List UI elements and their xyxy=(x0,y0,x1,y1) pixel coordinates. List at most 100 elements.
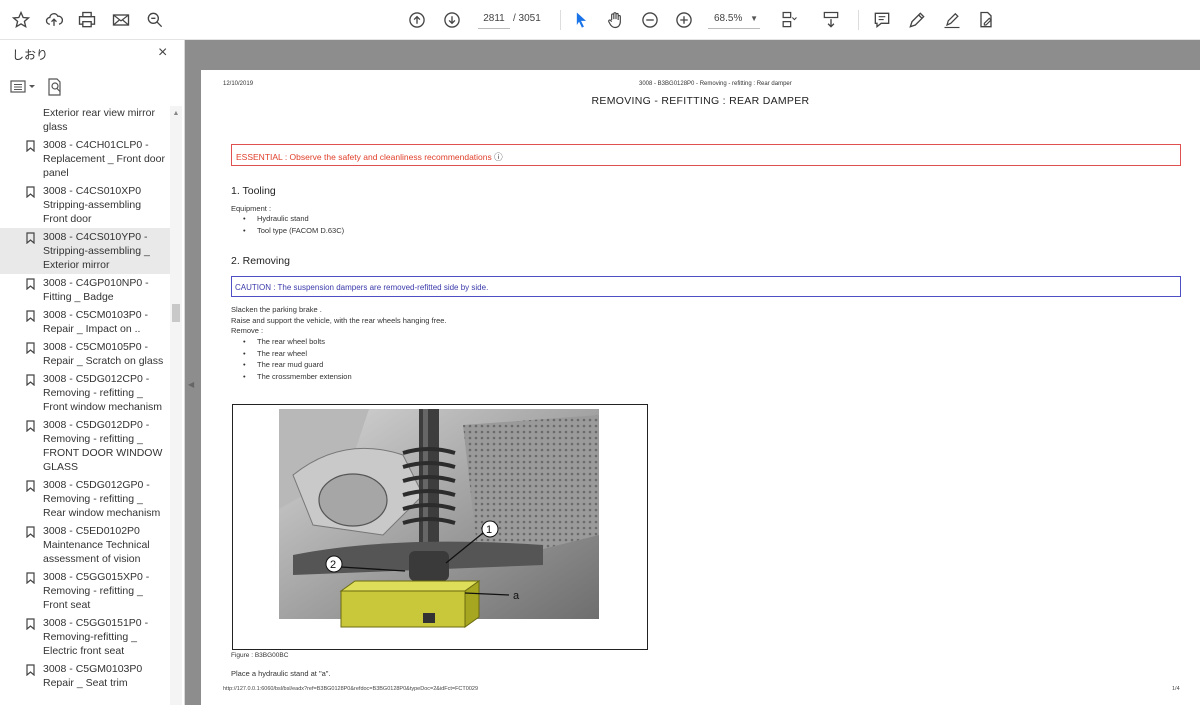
bookmark-label: 3008 - C5GG015XP0 - xyxy=(43,571,150,583)
bookmark-item[interactable]: 3008 - C4CH01CLP0 - Replacement _ Front d… xyxy=(0,136,170,182)
section-removing-heading: 2. Removing xyxy=(231,255,290,267)
figure-label-1: 1 xyxy=(486,524,492,536)
bookmark-item[interactable]: 3008 - C5GG0151P0 - Removing-refitting _ E… xyxy=(0,614,170,660)
bookmark-label: 3008 - C5DG012CP0 - xyxy=(43,373,150,385)
fit-page-icon[interactable] xyxy=(777,8,801,32)
essential-text: : Observe the safety and cleanliness rec… xyxy=(282,152,495,162)
print-icon[interactable] xyxy=(75,8,99,32)
scroll-mode-icon[interactable] xyxy=(819,8,843,32)
bookmark-label: 3008 - C5ED0102P0 xyxy=(43,525,140,537)
bookmark-icon xyxy=(26,186,35,198)
bookmark-label: glass xyxy=(43,121,68,133)
bookmark-item[interactable]: 3008 - C5CM0103P0 - Repair _ Impact on .. xyxy=(0,306,170,338)
bookmarks-panel: しおり × Exterior rear view mirror glass 3008… xyxy=(0,40,185,705)
bookmark-item[interactable]: 3008 - C5ED0102P0 Maintenance Technical as… xyxy=(0,522,170,568)
bookmark-icon xyxy=(26,140,35,152)
list-item: The rear wheel xyxy=(243,348,352,360)
hand-icon[interactable] xyxy=(603,8,627,32)
collapse-panel-icon[interactable]: ◀ xyxy=(188,380,194,389)
bookmark-label: 3008 - C5DG012GP0 - xyxy=(43,479,150,491)
comment-icon[interactable] xyxy=(870,8,894,32)
bookmark-icon xyxy=(26,572,35,584)
page-down-icon[interactable] xyxy=(440,8,464,32)
zoom-in-icon[interactable] xyxy=(672,8,696,32)
sign-icon[interactable] xyxy=(940,8,964,32)
close-icon[interactable]: × xyxy=(158,44,167,62)
page-footer-url: http://127.0.0.1:6060/bsl/bsl/eadx?ref=B… xyxy=(223,686,479,692)
chevron-down-icon: ▼ xyxy=(750,14,758,23)
email-icon[interactable] xyxy=(109,8,133,32)
section-tooling-heading: 1. Tooling xyxy=(231,185,276,197)
bookmark-item[interactable]: 3008 - C5GG015XP0 - Removing - refitting … xyxy=(0,568,170,614)
main-toolbar: / 3051 68.5% ▼ xyxy=(0,0,1200,40)
bookmark-label: Repair _ Scratch on glass xyxy=(43,355,164,367)
list-item: The crossmember extension xyxy=(243,371,352,383)
bookmark-search-icon xyxy=(48,78,61,96)
bookmark-item[interactable]: 3008 - C5DG012GP0 - Removing - refitting … xyxy=(0,476,170,522)
zoom-level-value: 68.5% xyxy=(714,13,743,24)
find-bookmark-button[interactable] xyxy=(46,78,64,96)
zoom-level-select[interactable]: 68.5% ▼ xyxy=(708,9,760,29)
bookmark-icon xyxy=(26,618,35,630)
options-menu-button[interactable] xyxy=(10,79,36,95)
zoom-out-icon[interactable] xyxy=(638,8,662,32)
bookmark-item[interactable]: 3008 - C4CS010XP0 Stripping-assembling Fro… xyxy=(0,182,170,228)
essential-notice: ESSENTIAL : Observe the safety and clean… xyxy=(231,144,1181,166)
bookmark-item[interactable]: 3008 - C5DG012DP0 - Removing - refitting … xyxy=(0,416,170,476)
bookmark-label: 3008 - C4CS010XP0 xyxy=(43,185,142,197)
search-zoom-icon[interactable] xyxy=(143,8,167,32)
bookmark-label: GLASS xyxy=(43,461,79,473)
bookmark-label: Removing - refitting _ xyxy=(43,433,143,445)
page-number-input[interactable] xyxy=(478,9,510,29)
essential-label: ESSENTIAL xyxy=(236,152,283,162)
bookmark-item[interactable]: 3008 - C5DG012CP0 - Removing - refitting … xyxy=(0,370,170,416)
pdf-page: 12/10/2019 3008 - B3BG0128P0 - Removing … xyxy=(201,70,1200,705)
figure-label-2: 2 xyxy=(330,559,336,571)
toolbar-divider xyxy=(858,10,859,30)
star-icon[interactable] xyxy=(9,8,33,32)
bookmark-icon xyxy=(26,232,35,244)
page-header-date: 12/10/2019 xyxy=(223,81,254,87)
bookmark-scrollbar[interactable]: ▲ xyxy=(170,106,182,705)
bookmark-icon xyxy=(26,342,35,354)
bookmark-label: Exterior rear view mirror xyxy=(43,107,156,119)
figure-label-a: a xyxy=(513,590,520,602)
bookmark-label: Stripping-assembling xyxy=(43,199,142,211)
bookmark-icon xyxy=(26,278,35,290)
bookmark-label: Repair _ Seat trim xyxy=(43,677,128,689)
select-arrow-icon[interactable] xyxy=(569,8,593,32)
page-up-icon[interactable] xyxy=(405,8,429,32)
scrollbar-thumb[interactable] xyxy=(172,304,180,322)
info-icon[interactable]: ⓘ xyxy=(494,152,503,162)
bookmark-item[interactable]: 3008 - C4CS010YP0 - Stripping-assembling … xyxy=(0,228,170,274)
bookmark-label: assessment of vision xyxy=(43,553,141,565)
list-item: Hydraulic stand xyxy=(243,213,344,225)
tooling-list: Hydraulic stand Tool type (FACOM D.63C) xyxy=(243,213,344,236)
remove-list: The rear wheel bolts The rear wheel The … xyxy=(243,336,352,383)
bookmark-item[interactable]: Exterior rear view mirror glass xyxy=(0,106,170,136)
bookmark-item[interactable]: 3008 - C5CM0105P0 - Repair _ Scratch on g… xyxy=(0,338,170,370)
bookmark-label: 3008 - C5CM0103P0 - xyxy=(43,309,149,321)
bookmark-label: Fitting _ Badge xyxy=(43,291,114,303)
step-text: Slacken the parking brake . xyxy=(231,305,322,314)
bookmark-label: 3008 - C5CM0105P0 - xyxy=(43,341,149,353)
bookmark-label: Front window mechanism xyxy=(43,401,163,413)
caution-text: : The suspension dampers are removed-ref… xyxy=(271,283,489,292)
rear-damper-photo: 1 2 a xyxy=(279,409,599,628)
list-item: The rear wheel bolts xyxy=(243,336,352,348)
pen-icon[interactable] xyxy=(905,8,929,32)
bookmark-label: 3008 - C5GG0151P0 - xyxy=(43,617,149,629)
list-options-icon xyxy=(10,80,35,93)
bookmark-icon xyxy=(26,420,35,432)
list-item: The rear mud guard xyxy=(243,359,352,371)
bookmark-icon xyxy=(26,526,35,538)
bookmark-label: panel xyxy=(43,167,69,179)
bookmark-label: Removing - refitting _ xyxy=(43,493,143,505)
upload-icon[interactable] xyxy=(42,8,66,32)
bookmark-label: 3008 - C4GP010NP0 - xyxy=(43,277,149,289)
scroll-up-icon[interactable]: ▲ xyxy=(172,110,180,117)
share-edit-icon[interactable] xyxy=(974,8,998,32)
bookmark-label: Repair _ Impact on .. xyxy=(43,323,141,335)
bookmark-item[interactable]: 3008 - C4GP010NP0 - Fitting _ Badge xyxy=(0,274,170,306)
bookmark-item[interactable]: 3008 - C5GM0103P0 Repair _ Seat trim xyxy=(0,660,170,692)
